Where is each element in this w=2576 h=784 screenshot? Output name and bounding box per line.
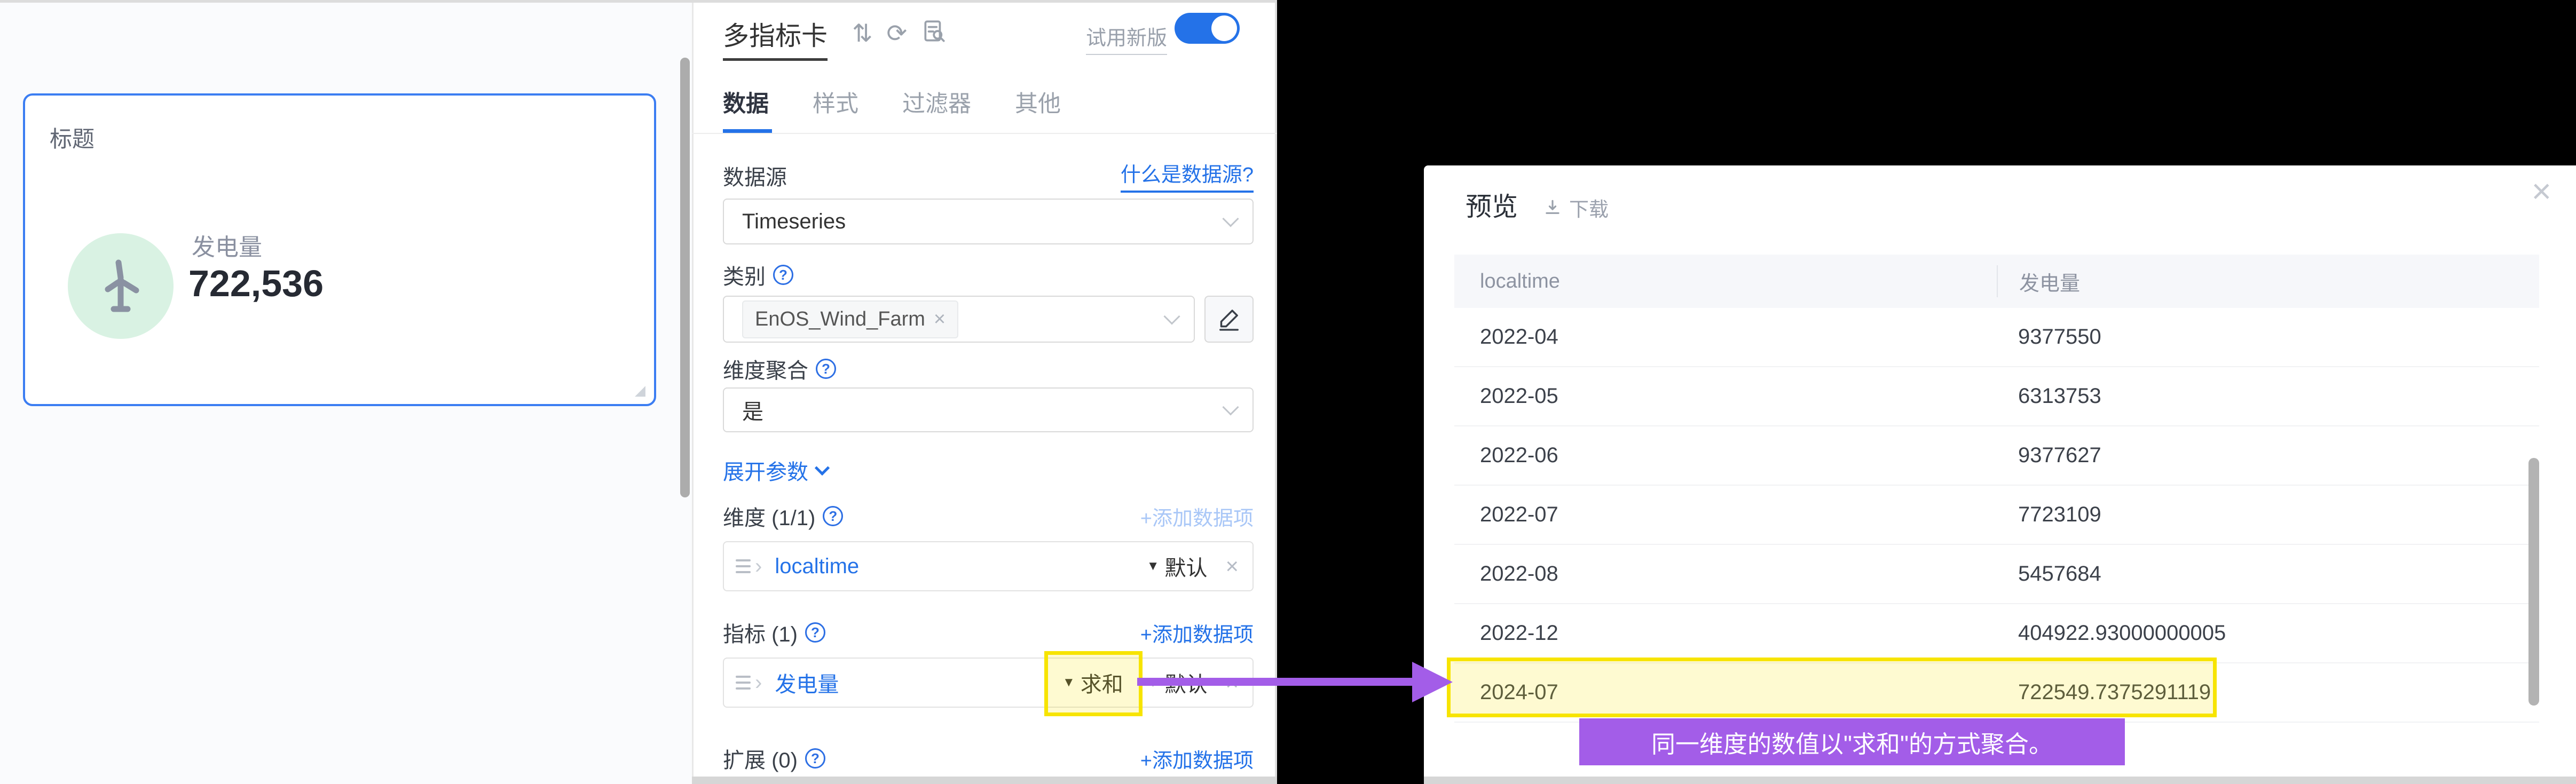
column-header-metric: 发电量 [1997,265,2539,297]
drag-handle-icon[interactable]: › [736,672,762,693]
table-row: 2022-069377627 [1454,426,2539,486]
highlight-box-table-row [1447,658,2217,717]
download-label: 下载 [1569,193,1609,222]
chevron-down-icon [815,461,830,476]
card-metric-value: 722,536 [188,262,324,305]
canvas-scrollbar[interactable] [680,58,690,497]
chevron-down-icon [1222,210,1239,227]
extension-label: 扩展 (0) [723,743,798,774]
card-metric-label: 发电量 [192,228,262,262]
dim-agg-label: 维度聚合 [723,353,808,384]
help-icon[interactable]: ? [805,622,825,643]
annotation-arrow [1137,678,1415,686]
cell-localtime: 2022-08 [1454,562,1997,586]
metric-add-button[interactable]: +添加数据项 [1140,618,1254,647]
category-edit-button[interactable] [1204,296,1254,343]
modal-bottom-scrollbar[interactable] [1424,777,2576,784]
widget-type-title: 多指标卡 [723,22,828,61]
extension-add-button[interactable]: +添加数据项 [1140,744,1254,773]
drag-handle-icon[interactable]: › [736,556,762,577]
resize-handle-icon[interactable]: ◢ [635,382,645,399]
table-scrollbar[interactable] [2528,458,2539,706]
cell-value: 5457684 [1997,562,2539,586]
datasource-value: Timeseries [742,210,846,234]
help-icon[interactable]: ? [805,748,825,769]
dimension-mode-value: 默认 [1164,551,1207,582]
category-tag[interactable]: EnOS_Wind_Farm × [742,300,958,338]
datasource-label: 数据源 [723,160,787,191]
cell-value: 404922.93000000005 [1997,621,2539,645]
toggle-knob [1211,15,1237,41]
datasource-select[interactable]: Timeseries [723,199,1254,244]
query-detail-icon[interactable] [921,18,948,47]
metric-field-name[interactable]: 发电量 [775,667,839,698]
table-row: 2022-12404922.93000000005 [1454,604,2539,663]
tab-style[interactable]: 样式 [813,85,858,118]
cell-localtime: 2022-12 [1454,621,1997,645]
chevron-down-icon [1163,308,1180,324]
app-root: 标题 发电量 722,536 ◢ 多指标卡 ⇅ ⟳ [0,0,2576,784]
trial-new-version-toggle[interactable] [1175,13,1240,44]
card-title: 标题 [50,121,94,154]
cell-value: 7723109 [1997,503,2539,527]
help-icon[interactable]: ? [773,265,793,285]
metric-label: 指标 (1) [723,617,798,648]
window-top-edge [0,0,1277,3]
caret-down-icon: ▼ [1147,559,1160,574]
tab-data[interactable]: 数据 [723,85,769,118]
dimension-item-row[interactable]: › localtime ▼ 默认 × [723,541,1254,591]
dim-agg-select[interactable]: 是 [723,387,1254,432]
help-icon[interactable]: ? [823,506,843,526]
cell-value: 9377627 [1997,444,2539,468]
cell-localtime: 2022-05 [1454,384,1997,408]
dimension-add-button[interactable]: +添加数据项 [1140,502,1254,531]
tabs-divider [692,133,1277,134]
config-tabs: 数据 样式 过滤器 其他 [723,85,1061,118]
table-row: 2022-049377550 [1454,308,2539,367]
dim-agg-value: 是 [742,394,763,425]
expand-params-link[interactable]: 展开参数 [723,455,828,486]
refresh-icon[interactable]: ⟳ [887,21,908,45]
cell-value: 6313753 [1997,384,2539,408]
expand-params-label: 展开参数 [723,455,808,486]
chevron-down-icon [1222,399,1239,415]
widget-type-title-wrap: 多指标卡 [723,15,828,53]
cell-localtime: 2022-07 [1454,503,1997,527]
config-bottom-scrollbar[interactable] [692,777,1277,784]
preview-table: localtime 发电量 2022-049377550 2022-056313… [1454,255,2539,723]
table-header: localtime 发电量 [1454,255,2539,308]
wind-turbine-icon [68,233,174,339]
metric-card-widget[interactable]: 标题 发电量 722,536 ◢ [23,93,656,406]
canvas-panel: 标题 发电量 722,536 ◢ [0,0,692,784]
dimension-mode-dropdown[interactable]: ▼ 默认 [1147,551,1208,582]
annotation-tooltip: 同一维度的数值以"求和"的方式聚合。 [1579,718,2125,765]
datasource-help-link[interactable]: 什么是数据源? [1121,158,1254,193]
table-row: 2022-077723109 [1454,486,2539,545]
table-row: 2022-056313753 [1454,367,2539,426]
category-select[interactable]: EnOS_Wind_Farm × [723,296,1195,343]
preview-title: 预览 [1466,186,1518,224]
category-tag-label: EnOS_Wind_Farm [755,308,925,331]
cell-localtime: 2022-04 [1454,325,1997,349]
dimension-label: 维度 (1/1) [723,501,815,532]
sort-icon[interactable]: ⇅ [852,21,873,45]
tab-other[interactable]: 其他 [1015,85,1061,118]
cell-value: 9377550 [1997,325,2539,349]
table-row: 2022-085457684 [1454,545,2539,604]
annotation-arrowhead [1412,662,1453,702]
cell-localtime: 2022-06 [1454,444,1997,468]
dimension-field-name[interactable]: localtime [775,555,859,579]
tag-remove-icon[interactable]: × [934,308,946,331]
help-icon[interactable]: ? [816,359,836,379]
column-header-localtime: localtime [1454,270,1997,293]
trial-new-version-label: 试用新版 [1086,27,1167,55]
highlight-box-sum-dropdown [1044,651,1143,716]
category-label: 类别 [723,259,766,290]
remove-item-icon[interactable]: × [1225,553,1239,579]
close-icon[interactable]: × [2532,174,2551,208]
download-button[interactable]: 下载 [1542,193,1609,222]
tab-filter[interactable]: 过滤器 [902,85,971,118]
